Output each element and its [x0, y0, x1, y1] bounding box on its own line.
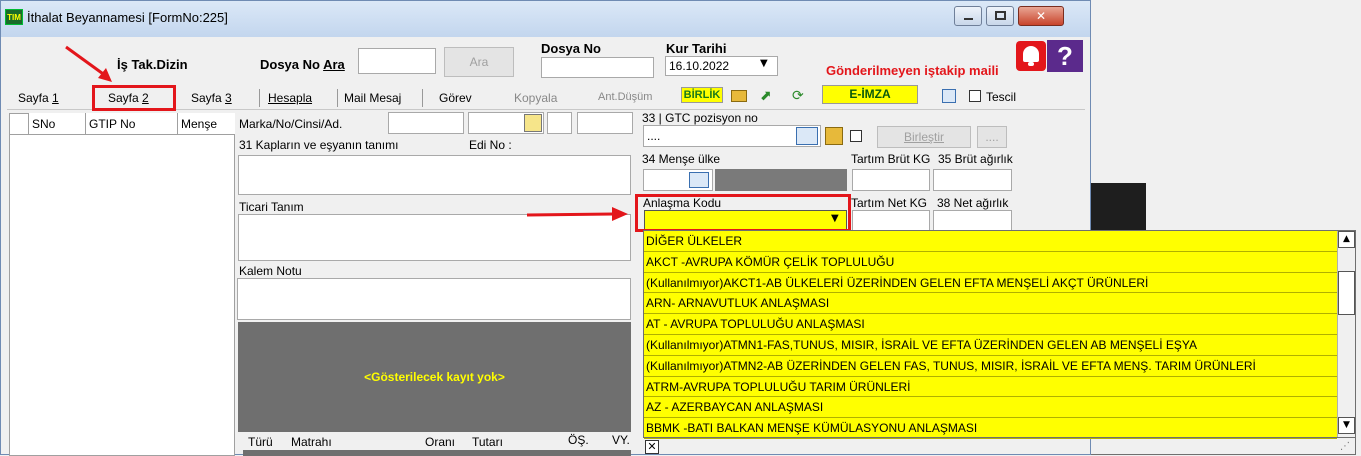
- list-item[interactable]: AT - AVRUPA TOPLULUĞU ANLAŞMASI: [644, 314, 1337, 335]
- list-item[interactable]: (Kullanılmıyor)AKCT1-AB ÜLKELERİ ÜZERİND…: [644, 273, 1337, 294]
- list-item[interactable]: (Kullanılmıyor)ATMN1-FAS,TUNUS, MISIR, İ…: [644, 335, 1337, 356]
- arrow-to-anlasma: [526, 212, 615, 217]
- scroll-track[interactable]: [1339, 250, 1354, 270]
- scroll-thumb[interactable]: [1338, 271, 1355, 315]
- arrow-to-sayfa2: [65, 45, 107, 78]
- arrowhead-anlasma: [612, 207, 628, 221]
- list-item[interactable]: BBMK -BATI BALKAN MENŞE KÜMÜLASYONU ANLA…: [644, 418, 1337, 439]
- close-list-icon[interactable]: ✕: [645, 440, 659, 454]
- list-item[interactable]: ATRM-AVRUPA TOPLULUĞU TARIM ÜRÜNLERİ: [644, 377, 1337, 398]
- list-item[interactable]: (Kullanılmıyor)ATMN2-AB ÜZERİNDEN GELEN …: [644, 356, 1337, 377]
- anlasma-kodu-dropdown-list[interactable]: DİĞER ÜLKELER AKCT -AVRUPA KÖMÜR ÇELİK T…: [643, 230, 1356, 439]
- scroll-down-icon[interactable]: ▼: [1338, 417, 1355, 434]
- scroll-up-icon[interactable]: ▲: [1338, 231, 1355, 248]
- list-item[interactable]: DİĞER ÜLKELER: [644, 231, 1337, 252]
- dropdown-scrollbar[interactable]: ▲ ▼: [1337, 231, 1355, 437]
- list-item[interactable]: AKCT -AVRUPA KÖMÜR ÇELİK TOPLULUĞU: [644, 252, 1337, 273]
- list-item[interactable]: AZ - AZERBAYCAN ANLAŞMASI: [644, 397, 1337, 419]
- resize-grip-icon[interactable]: ⋰: [1340, 441, 1350, 452]
- list-item[interactable]: ARN- ARNAVUTLUK ANLAŞMASI: [644, 293, 1337, 315]
